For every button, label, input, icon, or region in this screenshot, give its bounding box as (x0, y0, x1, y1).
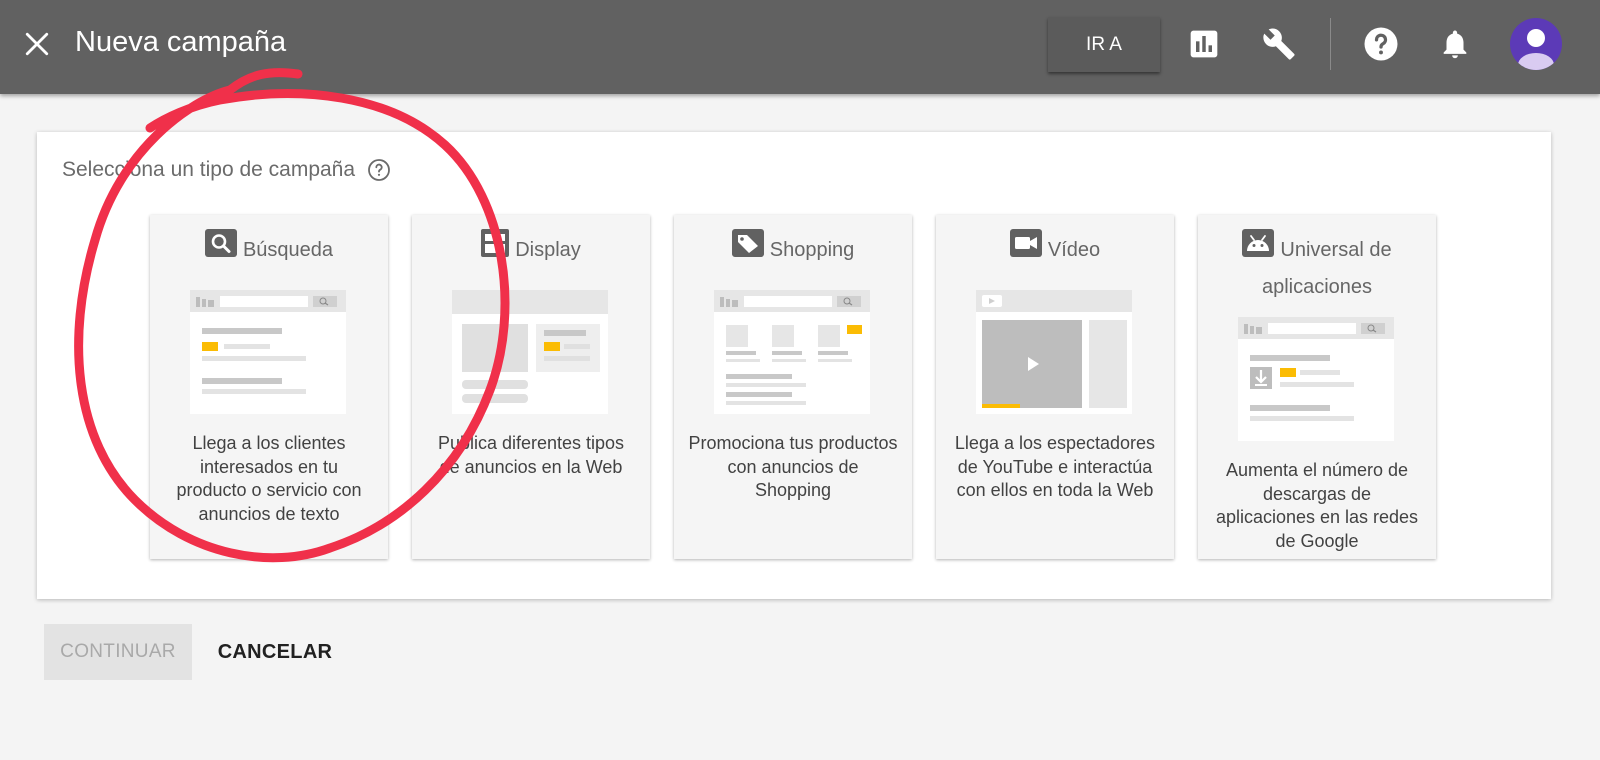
card-title: Universal de aplicaciones (1198, 229, 1436, 304)
campaign-card-shopping[interactable]: Shopping Promociona tus productos con an… (674, 215, 912, 559)
help-button[interactable] (1359, 22, 1403, 66)
campaign-card-search[interactable]: Búsqueda Llega a los clientes interesado… (150, 215, 388, 559)
account-avatar[interactable] (1510, 18, 1562, 70)
reports-icon (1190, 30, 1218, 58)
campaign-card-video[interactable]: Vídeo Llega a los espectadores de YouTub… (936, 215, 1174, 559)
help-icon (1364, 27, 1398, 61)
app-illustration (1238, 317, 1394, 441)
card-description: Aumenta el número de descargas de aplica… (1215, 460, 1419, 551)
android-app-icon (1242, 229, 1275, 268)
search-illustration (190, 290, 346, 414)
cancel-button[interactable]: CANCELAR (210, 624, 340, 680)
close-button[interactable] (20, 27, 54, 61)
goto-button[interactable]: IR A (1048, 17, 1160, 72)
card-description: Publica diferentes tipos de anuncios en … (437, 433, 625, 477)
reports-button[interactable] (1182, 22, 1226, 66)
toolbar-divider (1330, 18, 1331, 70)
notifications-button[interactable] (1433, 22, 1477, 66)
panel-heading: Selecciona un tipo de campaña (62, 158, 391, 182)
tools-button[interactable] (1257, 22, 1301, 66)
card-title: Shopping (674, 229, 912, 270)
search-icon (204, 229, 237, 268)
video-illustration (976, 290, 1132, 414)
top-app-bar: Nueva campaña IR A (0, 0, 1600, 94)
tools-icon (1263, 28, 1295, 60)
notifications-icon (1443, 30, 1467, 59)
card-title: Display (412, 229, 650, 270)
shopping-illustration (714, 290, 870, 414)
card-description: Llega a los clientes interesados en tu p… (176, 433, 362, 524)
page-title: Nueva campaña (75, 26, 287, 58)
card-description: Llega a los espectadores de YouTube e in… (954, 433, 1156, 500)
campaign-card-display[interactable]: Display Publica diferentes tipos de anun… (412, 215, 650, 559)
avatar-icon (1518, 29, 1554, 70)
display-illustration (452, 290, 608, 414)
display-icon (481, 229, 510, 268)
help-outline-icon (368, 159, 390, 181)
campaign-card-universal-app[interactable]: Universal de aplicaciones Aumenta el núm… (1198, 215, 1436, 559)
panel-heading-text: Selecciona un tipo de campaña (62, 158, 356, 181)
campaign-type-panel: Selecciona un tipo de campaña Búsqueda L… (37, 132, 1551, 599)
shopping-tag-icon (731, 229, 764, 268)
card-description: Promociona tus productos con anuncios de… (688, 433, 898, 500)
card-title: Búsqueda (150, 229, 388, 270)
video-camera-icon (1009, 229, 1042, 268)
help-tooltip-button[interactable] (367, 158, 391, 182)
card-title: Vídeo (936, 229, 1174, 270)
continue-button[interactable]: CONTINUAR (44, 624, 192, 680)
close-icon (25, 32, 49, 56)
